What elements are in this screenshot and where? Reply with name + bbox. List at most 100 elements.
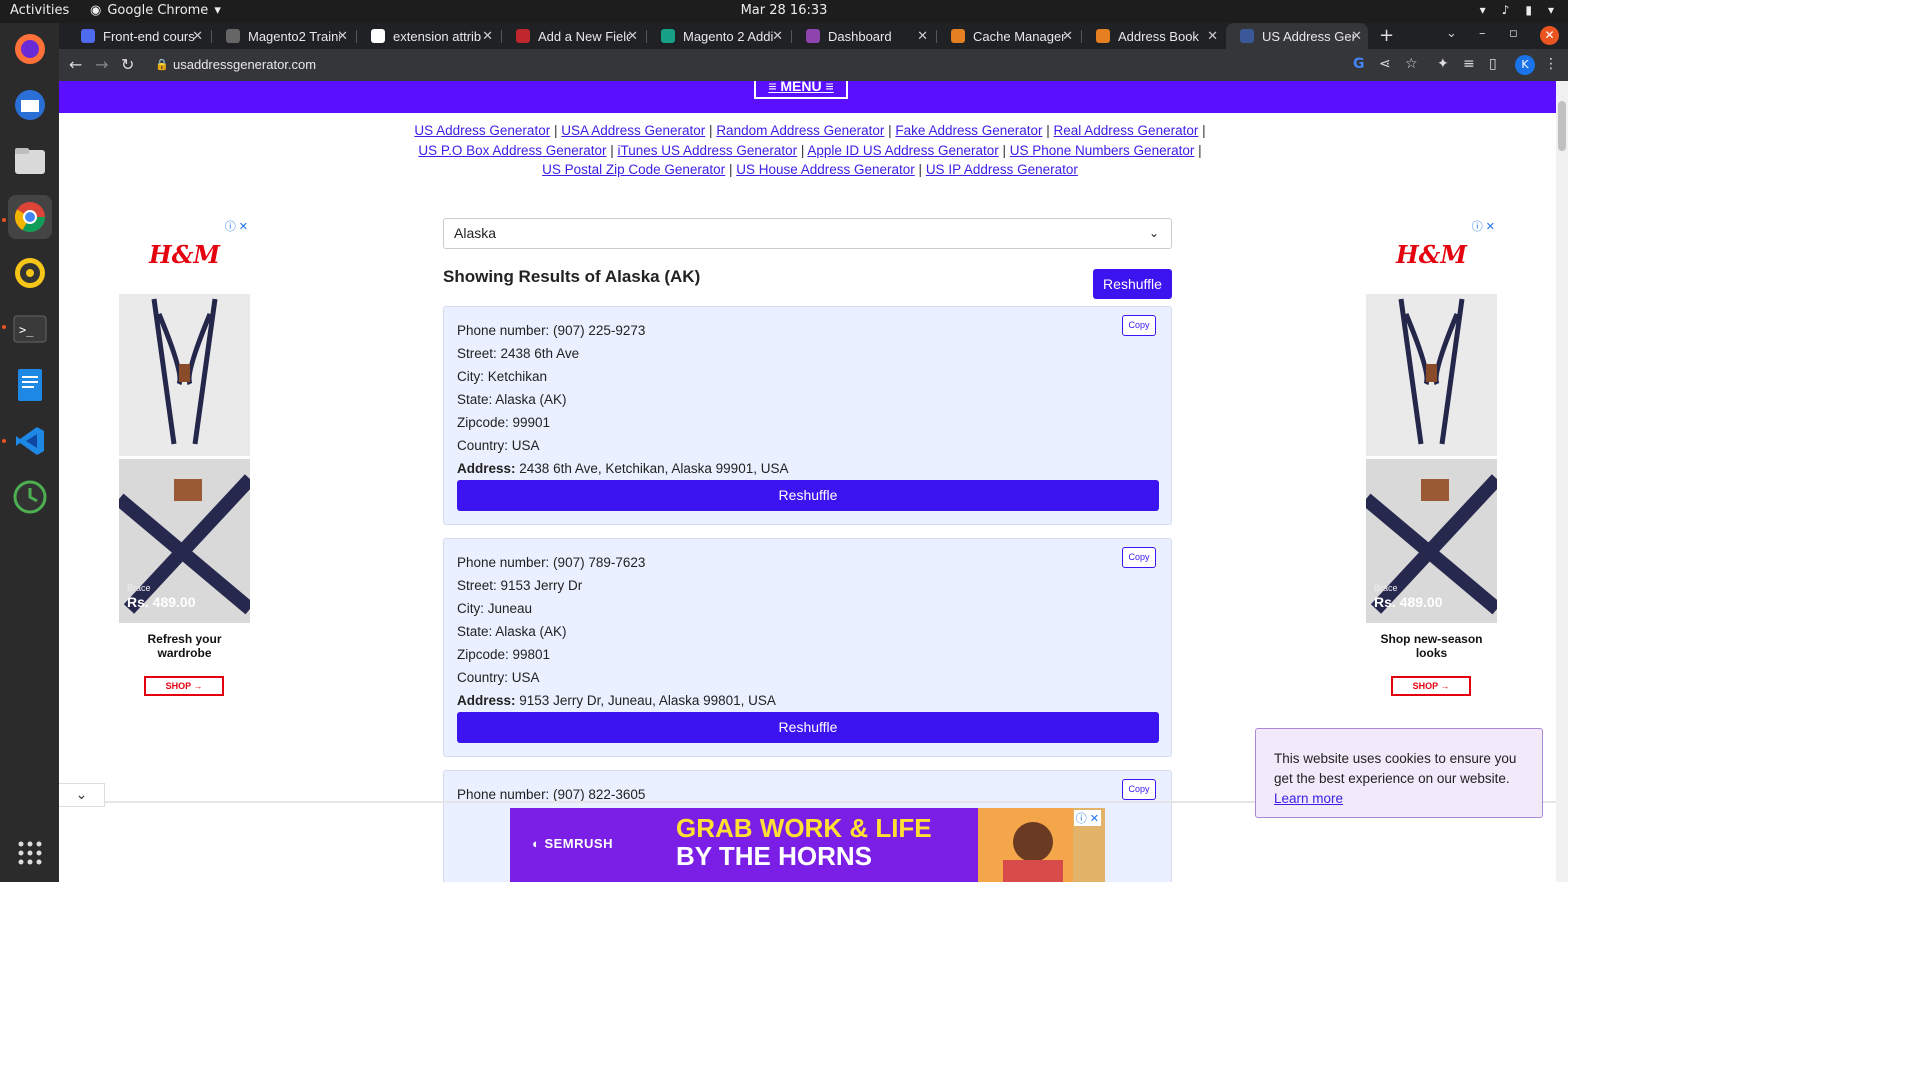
tab[interactable]: Add a New Field ✕ <box>502 23 644 49</box>
tab-favicon-icon <box>371 29 385 43</box>
system-top-bar: Activities ◉ Google Chrome ▾ Mar 28 16:3… <box>0 0 1568 23</box>
link-phone-generator[interactable]: US Phone Numbers Generator <box>1010 143 1195 158</box>
close-icon[interactable]: ✕ <box>337 28 348 44</box>
copy-button[interactable]: Copy <box>1122 547 1156 568</box>
address-value: 2438 6th Ave, Ketchikan, Alaska 99901, U… <box>519 461 789 476</box>
chevron-down-icon: ⌄ <box>1148 226 1159 240</box>
reload-icon[interactable]: ↻ <box>121 55 134 74</box>
firefox-icon[interactable] <box>8 27 52 71</box>
close-icon[interactable]: ✕ <box>917 28 928 44</box>
link-po-box-generator[interactable]: US P.O Box Address Generator <box>418 143 606 158</box>
scrollbar-thumb[interactable] <box>1558 101 1566 151</box>
tab-strip: Front-end course ✕ Magento2 Traini ✕ ext… <box>59 23 1568 49</box>
back-icon[interactable]: ← <box>69 55 82 74</box>
link-apple-id-generator[interactable]: Apple ID US Address Generator <box>807 143 998 158</box>
tab[interactable]: Dashboard ✕ <box>792 23 934 49</box>
profile-avatar[interactable]: K <box>1515 55 1535 75</box>
tab-active[interactable]: US Address Gene ✕ <box>1226 23 1368 49</box>
city: City: Ketchikan <box>457 369 548 384</box>
chrome-dock-icon[interactable] <box>8 195 52 239</box>
tab-search-icon[interactable]: ⌄ <box>1446 26 1457 41</box>
close-icon[interactable]: ✕ <box>1207 28 1218 44</box>
ad-headline-line2: BY THE HORNS <box>676 841 872 871</box>
minimize-icon[interactable]: – <box>1479 26 1486 41</box>
street: Street: 2438 6th Ave <box>457 346 580 361</box>
link-us-address-generator[interactable]: US Address Generator <box>414 123 550 138</box>
close-icon[interactable]: ✕ <box>772 28 783 44</box>
reading-list-icon[interactable]: ≡ <box>1463 56 1475 72</box>
tab[interactable]: extension attrib ✕ <box>357 23 499 49</box>
google-lens-icon[interactable]: G <box>1353 56 1365 72</box>
rhythmbox-icon[interactable] <box>8 251 52 295</box>
window-close-icon[interactable]: ✕ <box>1540 26 1559 45</box>
lock-icon: 🔒 <box>155 59 169 71</box>
vscode-icon[interactable] <box>8 419 52 463</box>
tab-title: Magento2 Traini <box>248 28 340 44</box>
svg-text:>_: >_ <box>19 323 34 337</box>
network-icon: ▾ <box>1479 3 1486 17</box>
close-icon[interactable]: ✕ <box>627 28 638 44</box>
bottom-banner-ad[interactable]: ◐ SEMRUSH GRAB WORK & LIFE BY THE HORNS … <box>510 808 1105 882</box>
phone-number: Phone number: (907) 822-3605 <box>457 787 646 802</box>
copy-button[interactable]: Copy <box>1122 315 1156 336</box>
link-random-address-generator[interactable]: Random Address Generator <box>716 123 884 138</box>
close-icon[interactable]: ✕ <box>192 28 203 44</box>
link-zip-code-generator[interactable]: US Postal Zip Code Generator <box>542 162 725 177</box>
link-fake-address-generator[interactable]: Fake Address Generator <box>895 123 1042 138</box>
address-bar[interactable]: 🔒 usaddressgenerator.com <box>143 53 1373 77</box>
new-tab-icon[interactable]: + <box>1379 25 1394 46</box>
tab-favicon-icon <box>661 29 675 43</box>
us-flag-icon <box>1240 29 1254 43</box>
writer-icon[interactable] <box>8 363 52 407</box>
thunderbird-icon[interactable] <box>8 83 52 127</box>
menu-button[interactable]: ≡ MENU ≡ <box>754 81 848 99</box>
files-icon[interactable] <box>8 139 52 183</box>
reshuffle-card-button[interactable]: Reshuffle <box>457 712 1159 743</box>
ad-choices-icon[interactable]: ⓘ ✕ <box>225 218 248 234</box>
clock[interactable]: Mar 28 16:33 <box>0 3 1584 18</box>
tab[interactable]: Magento2 Traini ✕ <box>212 23 354 49</box>
link-itunes-generator[interactable]: iTunes US Address Generator <box>618 143 798 158</box>
system-tray[interactable]: ▾ ♪ ▮ ▾ <box>1480 3 1554 17</box>
ad-shop-button[interactable]: SHOP → <box>144 676 224 696</box>
forward-icon[interactable]: → <box>95 55 108 74</box>
ad-left[interactable]: ⓘ ✕ H&M Brace Rs. 489.00 Refresh your wa… <box>114 218 256 708</box>
close-icon[interactable]: ✕ <box>482 28 493 44</box>
tab[interactable]: Magento 2 Addi ✕ <box>647 23 789 49</box>
side-panel-icon[interactable]: ▯ <box>1489 56 1497 72</box>
bookmark-star-icon[interactable]: ☆ <box>1405 56 1418 72</box>
learn-more-link[interactable]: Learn more <box>1274 791 1343 806</box>
close-icon[interactable]: ✕ <box>1351 28 1362 44</box>
collapse-ad-button[interactable]: ⌄ <box>59 783 105 807</box>
clock-app-icon[interactable] <box>8 475 52 519</box>
link-ip-address-generator[interactable]: US IP Address Generator <box>926 162 1078 177</box>
reshuffle-button[interactable]: Reshuffle <box>1093 269 1172 299</box>
more-menu-icon[interactable]: ⋮ <box>1544 56 1558 72</box>
ad-shop-button[interactable]: SHOP → <box>1391 676 1471 696</box>
close-icon[interactable]: ✕ <box>1062 28 1073 44</box>
state-select[interactable]: Alaska ⌄ <box>443 218 1172 249</box>
tab[interactable]: Cache Managem ✕ <box>937 23 1079 49</box>
link-real-address-generator[interactable]: Real Address Generator <box>1054 123 1199 138</box>
hm-logo: H&M <box>1396 240 1467 269</box>
phone-number: Phone number: (907) 789-7623 <box>457 555 646 570</box>
tab-title: Address Book <box>1118 28 1199 44</box>
link-usa-address-generator[interactable]: USA Address Generator <box>561 123 705 138</box>
ad-choices-icon[interactable]: ⓘ ✕ <box>1073 810 1101 826</box>
city: City: Juneau <box>457 601 533 616</box>
address-card: Copy Phone number: (907) 225-9273 Street… <box>443 306 1172 525</box>
ad-right[interactable]: ⓘ ✕ H&M Brace Rs. 489.00 Shop new-season… <box>1361 218 1503 708</box>
reshuffle-card-button[interactable]: Reshuffle <box>457 480 1159 511</box>
share-icon[interactable]: ⋖ <box>1379 56 1391 72</box>
zipcode: Zipcode: 99901 <box>457 415 551 430</box>
show-apps-icon[interactable] <box>8 831 52 875</box>
page-scrollbar[interactable] <box>1556 81 1568 882</box>
link-house-address-generator[interactable]: US House Address Generator <box>736 162 915 177</box>
tab[interactable]: Front-end course ✕ <box>67 23 209 49</box>
tab[interactable]: Address Book ✕ <box>1082 23 1224 49</box>
ad-choices-icon[interactable]: ⓘ ✕ <box>1472 218 1495 234</box>
copy-button[interactable]: Copy <box>1122 779 1156 800</box>
extensions-icon[interactable]: ✦ <box>1437 56 1449 72</box>
terminal-icon[interactable]: >_ <box>8 307 52 351</box>
restore-icon[interactable]: ▫ <box>1509 26 1518 41</box>
